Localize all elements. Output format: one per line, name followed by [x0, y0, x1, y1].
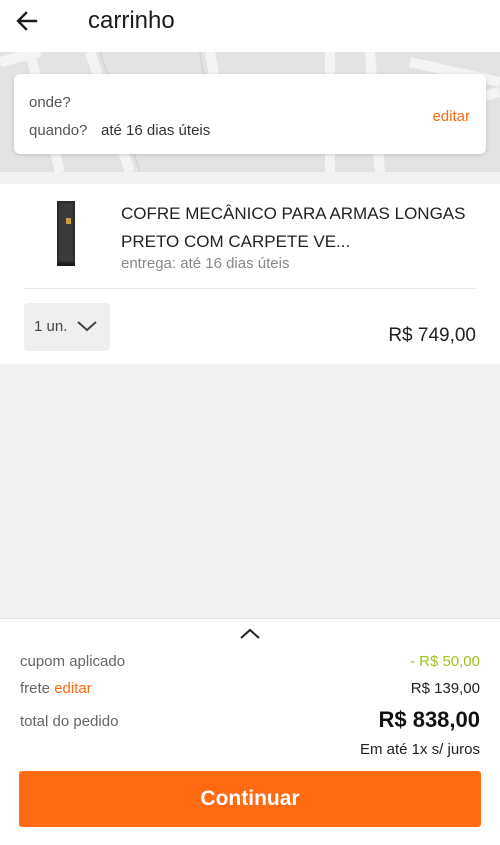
- cart-item: COFRE MECÂNICO PARA ARMAS LONGAS PRETO C…: [0, 184, 500, 364]
- edit-shipping-link[interactable]: editar: [54, 680, 92, 697]
- delivery-card: onde? quando? até 16 dias úteis editar: [14, 74, 486, 154]
- shipping-label: frete: [20, 680, 51, 697]
- edit-delivery-link[interactable]: editar: [432, 108, 470, 125]
- quantity-select[interactable]: 1 un.: [24, 303, 110, 351]
- total-label: total do pedido: [20, 713, 119, 730]
- when-value: até 16 dias úteis: [101, 122, 211, 139]
- app-header: carrinho: [0, 0, 500, 52]
- order-summary: cupom aplicado - R$ 50,00 frete editar R…: [0, 618, 500, 845]
- coupon-label: cupom aplicado: [20, 653, 126, 670]
- product-thumbnail[interactable]: [46, 200, 86, 268]
- shipping-value: R$ 139,00: [410, 680, 480, 697]
- where-label: onde?: [29, 94, 71, 111]
- product-name[interactable]: COFRE MECÂNICO PARA ARMAS LONGAS PRETO C…: [121, 200, 471, 256]
- product-delivery: entrega: até 16 dias úteis: [121, 255, 290, 272]
- when-label: quando?: [29, 122, 88, 139]
- total-value: R$ 838,00: [378, 707, 480, 732]
- chevron-up-icon[interactable]: [238, 625, 262, 643]
- safe-image-icon: [57, 201, 75, 266]
- quantity-value: 1 un.: [34, 318, 68, 335]
- installments-info: Em até 1x s/ juros: [359, 741, 480, 758]
- arrow-left-icon: [16, 11, 38, 31]
- chevron-down-icon: [77, 321, 97, 332]
- shipping-row-label: frete editar: [20, 680, 92, 697]
- back-button[interactable]: [12, 6, 42, 36]
- continue-button[interactable]: Continuar: [19, 771, 481, 827]
- product-price: R$ 749,00: [388, 325, 476, 346]
- coupon-value: - R$ 50,00: [409, 653, 480, 670]
- divider: [24, 288, 476, 289]
- page-title: carrinho: [88, 7, 175, 34]
